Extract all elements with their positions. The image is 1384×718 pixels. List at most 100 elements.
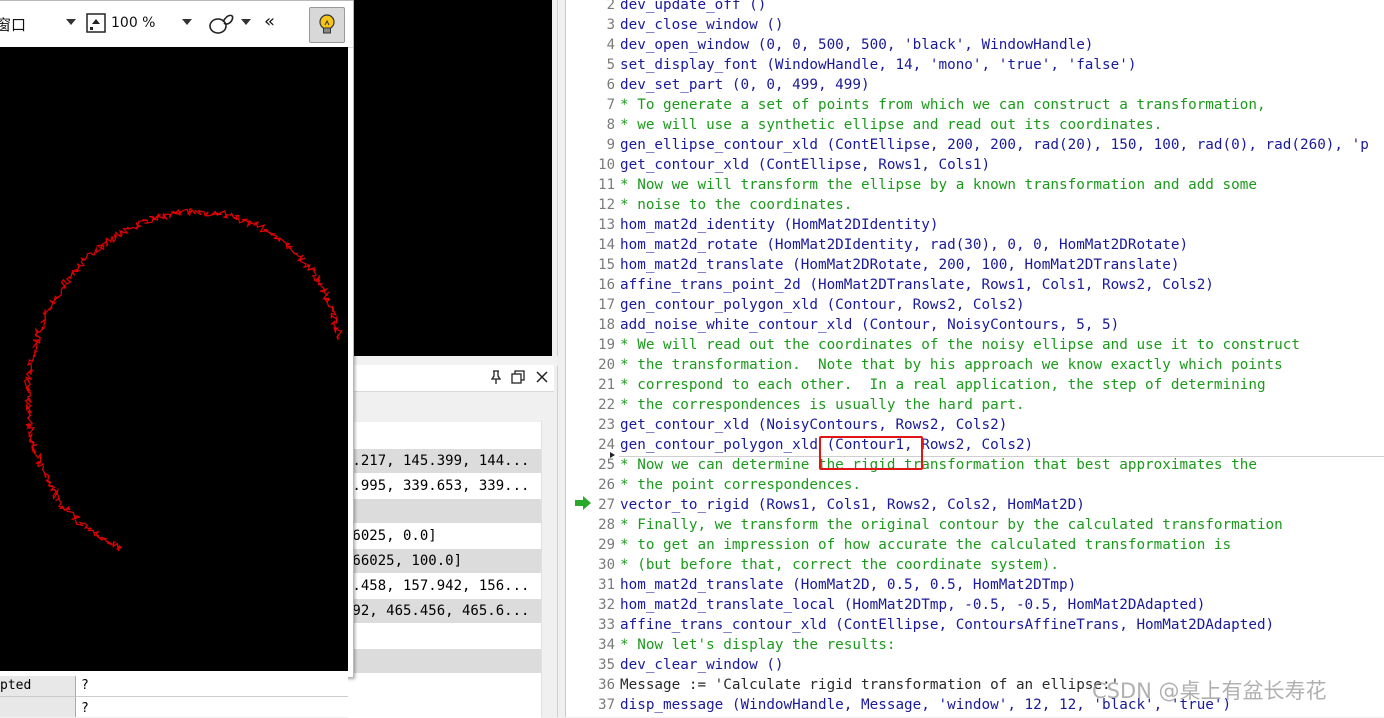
code-statement: affine_trans_point_2d (HomMat2DTranslate…: [620, 277, 1214, 293]
code-line[interactable]: 12 * noise to the coordinates.: [566, 195, 1384, 215]
code-line[interactable]: 11 * Now we will transform the ellipse by…: [566, 175, 1384, 195]
variable-panel-header: [348, 365, 554, 392]
variable-value-row[interactable]: 0.995, 339.653, 339...: [348, 474, 541, 498]
code-statement: vector_to_rigid (Rows1, Cols1, Rows2, Co…: [620, 497, 1085, 513]
code-statement: set_display_font (WindowHandle, 14, 'mon…: [620, 57, 1137, 73]
line-number: 22: [598, 397, 615, 413]
shape-dropdown-arrow-icon[interactable]: [240, 18, 252, 26]
code-line[interactable]: 27 vector_to_rigid (Rows1, Cols1, Rows2, …: [566, 495, 1384, 515]
line-number: 5: [606, 57, 615, 73]
line-number: 10: [598, 157, 615, 173]
line-number: 8: [606, 117, 615, 133]
code-statement: get_contour_xld (ContEllipse, Rows1, Col…: [620, 157, 991, 173]
close-icon[interactable]: [534, 369, 550, 385]
code-line[interactable]: 26 * the point correspondences.: [566, 475, 1384, 495]
code-statement: dev_set_part (0, 0, 499, 499): [620, 77, 870, 93]
variable-value-row[interactable]: 5.217, 145.399, 144...: [348, 449, 541, 473]
variable-value: 66025, 0.0]: [348, 528, 437, 544]
variable-panel-scrollbar[interactable]: [541, 421, 555, 717]
variable-table: pted ? ?: [0, 676, 348, 717]
code-comment: * the point correspondences.: [620, 477, 862, 493]
background-graphics-canvas: [348, 0, 552, 356]
code-line[interactable]: 34 * Now let's display the results:: [566, 635, 1384, 655]
line-number: 21: [598, 377, 615, 393]
code-comment: * noise to the coordinates.: [620, 197, 853, 213]
code-statement: add_noise_white_contour_xld (Contour, No…: [620, 317, 1120, 333]
variable-value: 0.458, 157.942, 156...: [348, 578, 530, 594]
code-line[interactable]: 15 hom_mat2d_translate (HomMat2DRotate, 2…: [566, 255, 1384, 275]
zoom-fit-icon[interactable]: [86, 13, 106, 33]
line-number: 9: [606, 137, 615, 153]
code-line[interactable]: 33 affine_trans_contour_xld (ContEllipse,…: [566, 615, 1384, 635]
variable-value-row[interactable]: 866025, 100.0]: [348, 549, 541, 573]
code-comment: * Finally, we transform the original con…: [620, 517, 1283, 533]
code-line[interactable]: 31 hom_mat2d_translate (HomMat2D, 0.5, 0.…: [566, 575, 1384, 595]
code-line[interactable]: 23 get_contour_xld (NoisyContours, Rows2,…: [566, 415, 1384, 435]
code-comment: * to get an impression of how accurate t…: [620, 537, 1232, 553]
table-row[interactable]: pted: [0, 676, 76, 697]
window-mode-label: 窗口: [0, 15, 27, 34]
pin-icon[interactable]: [488, 369, 504, 385]
code-line[interactable]: 7 * To generate a set of points from whic…: [566, 95, 1384, 115]
line-number: 11: [598, 177, 615, 193]
code-statement: dev_close_window (): [620, 17, 784, 33]
code-line[interactable]: 2 dev_update_off (): [566, 0, 1384, 15]
code-line[interactable]: 25 * Now we can determine the rigid trans…: [566, 455, 1384, 475]
code-line[interactable]: 35 dev_clear_window (): [566, 655, 1384, 675]
dropdown-arrow-icon[interactable]: [65, 18, 77, 26]
current-line-arrow-icon[interactable]: [574, 496, 592, 515]
code-line[interactable]: 17 gen_contour_polygon_xld (Contour, Rows…: [566, 295, 1384, 315]
variable-value-row[interactable]: [348, 499, 541, 523]
zoom-dropdown-arrow-icon[interactable]: [181, 18, 193, 26]
code-line[interactable]: 30 * (but before that, correct the coordi…: [566, 555, 1384, 575]
line-number: 18: [598, 317, 615, 333]
line-number: 15: [598, 257, 615, 273]
code-line[interactable]: 9 gen_ellipse_contour_xld (ContEllipse, 2…: [566, 135, 1384, 155]
code-statement: get_contour_xld (NoisyContours, Rows2, C…: [620, 417, 1008, 433]
line-number: 7: [606, 97, 615, 113]
code-line[interactable]: 28 * Finally, we transform the original c…: [566, 515, 1384, 535]
variable-value: 592, 465.456, 465.6...: [348, 603, 530, 619]
code-line[interactable]: 19 * We will read out the coordinates of …: [566, 335, 1384, 355]
code-line[interactable]: 5 set_display_font (WindowHandle, 14, 'mo…: [566, 55, 1384, 75]
line-number: 19: [598, 337, 615, 353]
graphics-canvas[interactable]: [0, 47, 348, 671]
code-line[interactable]: 8 * we will use a synthetic ellipse and r…: [566, 115, 1384, 135]
code-line[interactable]: 20 * the transformation. Note that by his…: [566, 355, 1384, 375]
code-line[interactable]: 4 dev_open_window (0, 0, 500, 500, 'black…: [566, 35, 1384, 55]
code-line[interactable]: 3 dev_close_window (): [566, 15, 1384, 35]
zoom-value[interactable]: 100 %: [111, 15, 155, 31]
float-window-icon[interactable]: [510, 369, 526, 385]
variable-value: 866025, 100.0]: [348, 553, 463, 569]
code-line[interactable]: 18 add_noise_white_contour_xld (Contour, …: [566, 315, 1384, 335]
highlight-annotation-box: [819, 436, 923, 470]
current-line-marker: [619, 456, 1384, 457]
line-number: 17: [598, 297, 615, 313]
variable-value-row[interactable]: [348, 624, 541, 648]
variable-value-row[interactable]: 592, 465.456, 465.6...: [348, 599, 541, 623]
table-row[interactable]: [0, 697, 76, 717]
code-statement: hom_mat2d_translate_local (HomMat2DTmp, …: [620, 597, 1206, 613]
lightbulb-icon[interactable]: [309, 7, 345, 43]
code-line[interactable]: 6 dev_set_part (0, 0, 499, 499): [566, 75, 1384, 95]
code-line[interactable]: 14 hom_mat2d_rotate (HomMat2DIdentity, ra…: [566, 235, 1384, 255]
code-line[interactable]: 10 get_contour_xld (ContEllipse, Rows1, C…: [566, 155, 1384, 175]
code-line[interactable]: 13 hom_mat2d_identity (HomMat2DIdentity): [566, 215, 1384, 235]
table-row-value[interactable]: ?: [76, 697, 348, 717]
shape-draw-icon[interactable]: [208, 12, 236, 36]
collapse-toolbar-button[interactable]: «: [264, 11, 275, 32]
window-mode-select[interactable]: 窗口: [0, 13, 30, 35]
code-line[interactable]: 16 affine_trans_point_2d (HomMat2DTransla…: [566, 275, 1384, 295]
code-line[interactable]: 22 * the correspondences is usually the h…: [566, 395, 1384, 415]
table-row-value[interactable]: ?: [76, 676, 348, 697]
variable-value-row[interactable]: [348, 649, 541, 673]
code-statement: gen_ellipse_contour_xld (ContEllipse, 20…: [620, 137, 1369, 153]
variable-value-row[interactable]: 0.458, 157.942, 156...: [348, 574, 541, 598]
code-line[interactable]: 32 hom_mat2d_translate_local (HomMat2DTmp…: [566, 595, 1384, 615]
program-editor[interactable]: 2 dev_update_off () 3 dev_close_window () 4 d…: [565, 0, 1384, 717]
code-line[interactable]: 21 * correspond to each other. In a real …: [566, 375, 1384, 395]
code-line[interactable]: 24 gen_contour_polygon_xld (Contour1, Row…: [566, 435, 1384, 455]
variable-value: ?: [81, 701, 89, 716]
code-line[interactable]: 29 * to get an impression of how accurate…: [566, 535, 1384, 555]
variable-value-row[interactable]: 66025, 0.0]: [348, 524, 541, 548]
